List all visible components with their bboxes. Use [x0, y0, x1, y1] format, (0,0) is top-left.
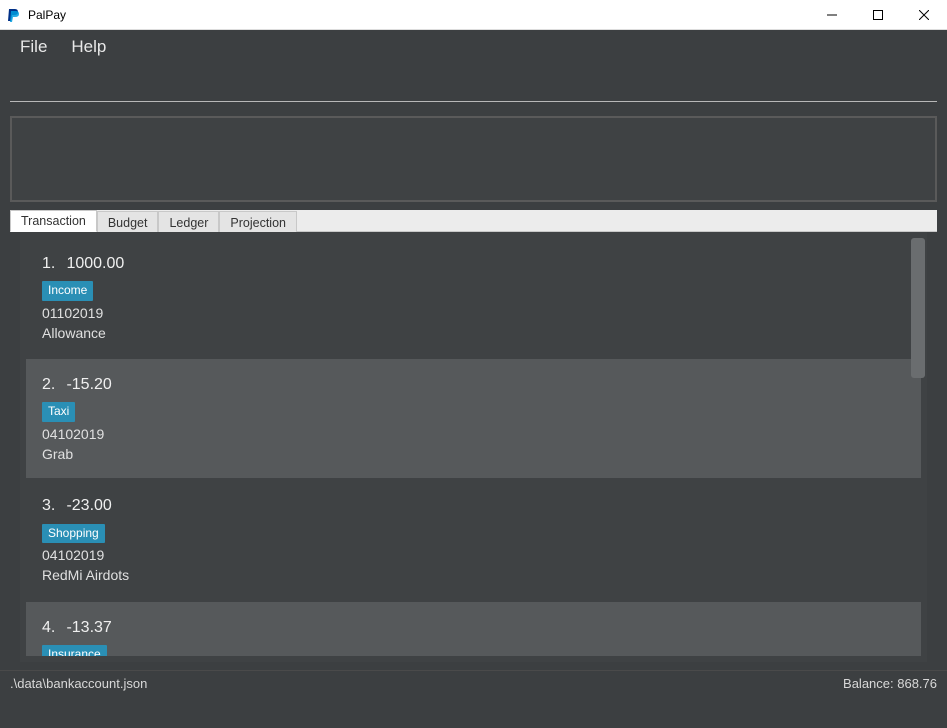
close-button[interactable]: [901, 0, 947, 29]
item-description: RedMi Airdots: [42, 565, 905, 585]
window-controls: [809, 0, 947, 29]
item-date: 04102019: [42, 424, 905, 444]
app-icon: [6, 7, 22, 23]
minimize-button[interactable]: [809, 0, 855, 29]
command-input[interactable]: [10, 68, 937, 102]
scrollbar[interactable]: [911, 238, 925, 378]
window-title: PalPay: [28, 8, 809, 22]
item-tag: Income: [42, 281, 93, 300]
maximize-button[interactable]: [855, 0, 901, 29]
item-amount: -13.37: [66, 619, 111, 636]
tab-ledger[interactable]: Ledger: [158, 211, 219, 233]
menubar: File Help: [0, 30, 947, 64]
list-item[interactable]: 4. -13.37 Insurance 10102019 Aviva: [26, 602, 921, 656]
list-item[interactable]: 2. -15.20 Taxi 04102019 Grab: [26, 359, 921, 478]
list-item[interactable]: 3. -23.00 Shopping 04102019 RedMi Airdot…: [26, 480, 921, 599]
transaction-list: 1. 1000.00 Income 01102019 Allowance 2. …: [26, 238, 921, 656]
item-description: Grab: [42, 444, 905, 464]
item-amount: 1000.00: [66, 255, 124, 272]
item-amount: -23.00: [66, 497, 111, 514]
tab-spacer: [297, 210, 937, 232]
item-tag: Insurance: [42, 645, 107, 656]
app-body: File Help Transaction Budget Ledger Proj…: [0, 30, 947, 728]
tab-projection[interactable]: Projection: [219, 211, 297, 233]
item-date: 01102019: [42, 303, 905, 323]
item-index: 1.: [42, 252, 62, 275]
menu-help[interactable]: Help: [61, 33, 116, 61]
item-index: 3.: [42, 494, 62, 517]
menu-file[interactable]: File: [10, 33, 57, 61]
status-path: .\data\bankaccount.json: [10, 676, 147, 691]
tab-budget[interactable]: Budget: [97, 211, 159, 233]
statusbar: .\data\bankaccount.json Balance: 868.76: [0, 670, 947, 696]
item-index: 2.: [42, 373, 62, 396]
command-area: [0, 64, 947, 110]
status-balance: Balance: 868.76: [843, 676, 937, 691]
item-tag: Taxi: [42, 402, 75, 421]
list-item[interactable]: 1. 1000.00 Income 01102019 Allowance: [26, 238, 921, 357]
titlebar: PalPay: [0, 0, 947, 30]
item-tag: Shopping: [42, 524, 105, 543]
tab-transaction[interactable]: Transaction: [10, 210, 97, 232]
tabs-container: Transaction Budget Ledger Projection 1. …: [10, 210, 937, 670]
item-date: 04102019: [42, 545, 905, 565]
tab-row: Transaction Budget Ledger Projection: [10, 210, 937, 232]
item-amount: -15.20: [66, 376, 111, 393]
item-description: Allowance: [42, 323, 905, 343]
item-index: 4.: [42, 616, 62, 639]
output-box: [10, 116, 937, 202]
content-panel: 1. 1000.00 Income 01102019 Allowance 2. …: [20, 232, 927, 662]
